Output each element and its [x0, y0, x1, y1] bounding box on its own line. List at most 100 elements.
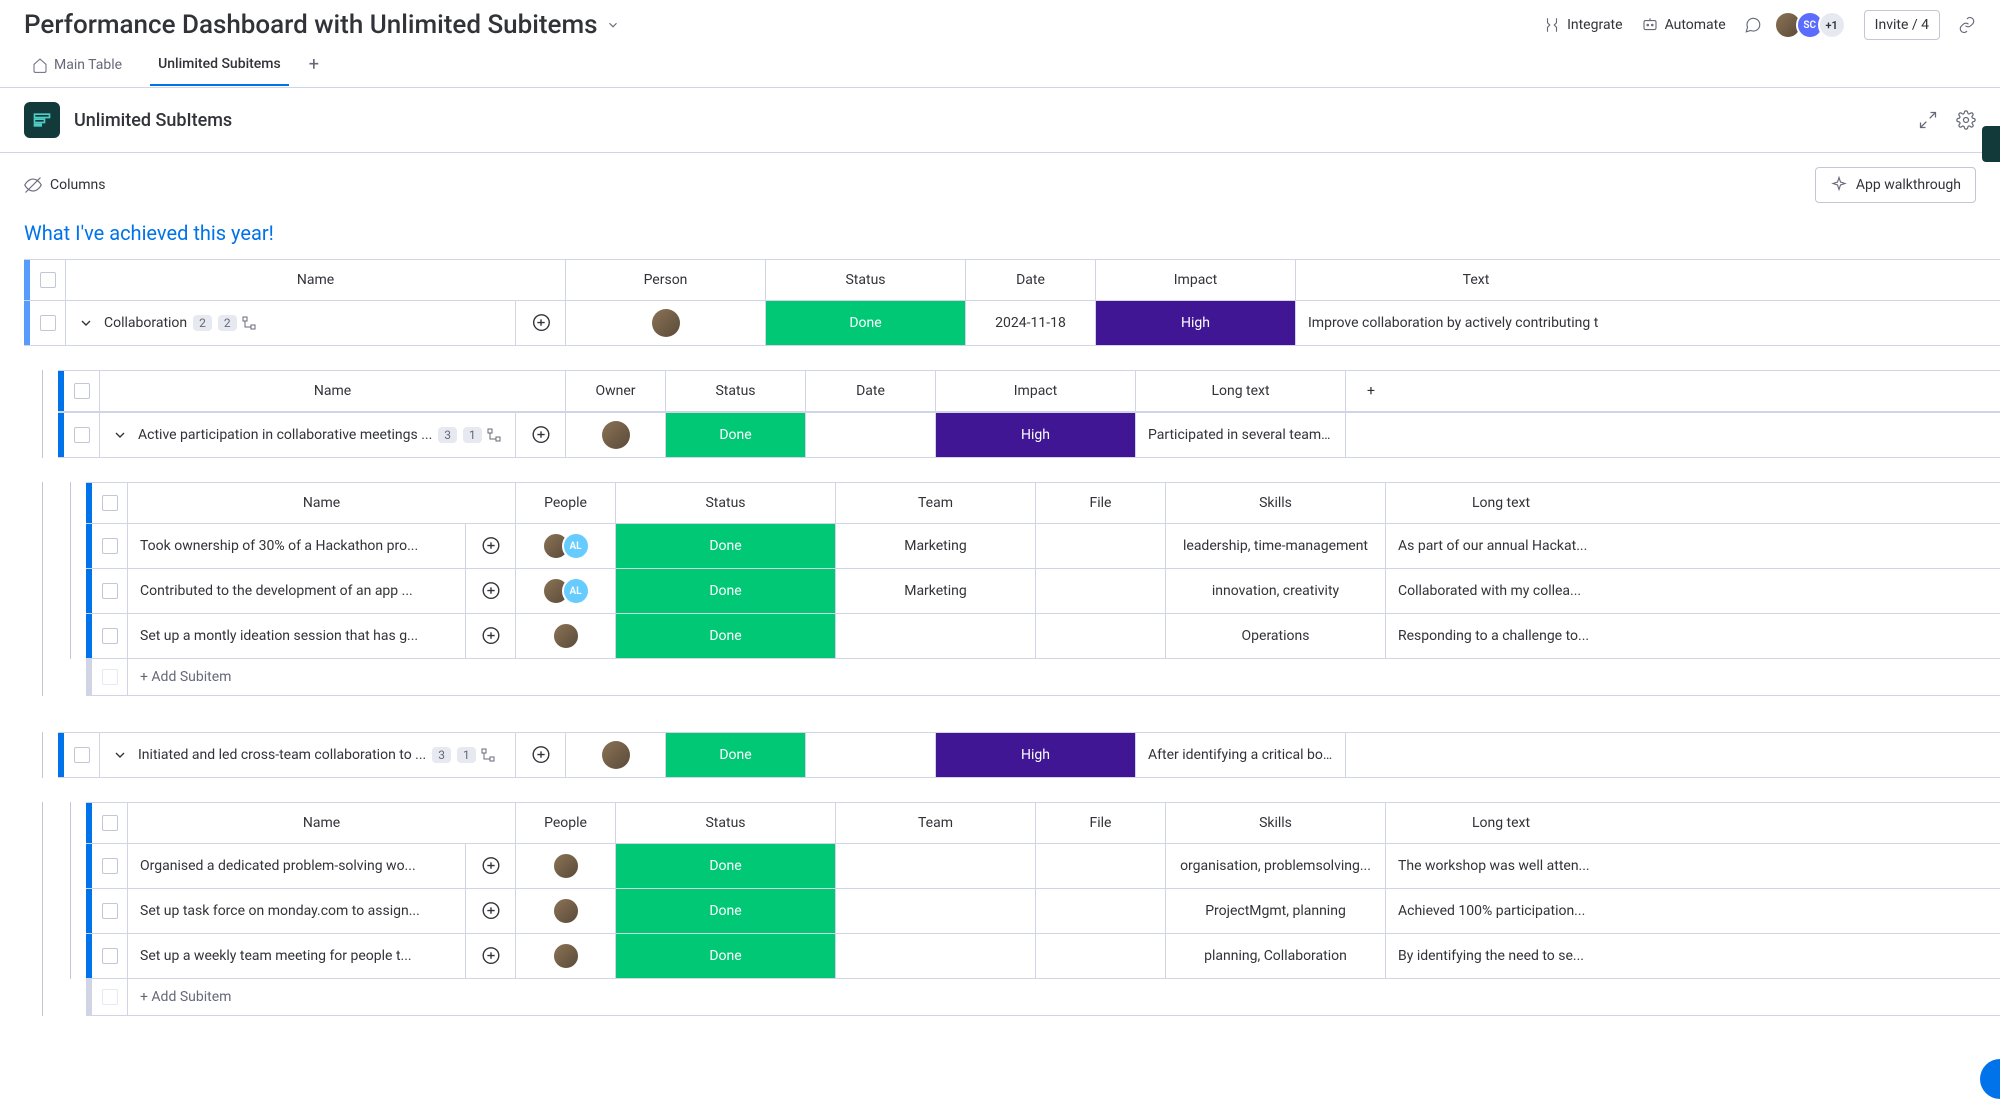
chat-cell[interactable] [466, 524, 516, 568]
date-cell[interactable]: 2024-11-18 [966, 301, 1096, 345]
skills-cell[interactable]: Operations [1166, 614, 1386, 658]
checkbox-all[interactable] [92, 803, 128, 843]
team-cell[interactable] [836, 889, 1036, 933]
group-title[interactable]: What I've achieved this year! [0, 217, 2000, 259]
chat-cell[interactable] [516, 733, 566, 777]
file-cell[interactable] [1036, 889, 1166, 933]
board-title-wrap[interactable]: Performance Dashboard with Unlimited Sub… [24, 10, 620, 40]
team-cell[interactable]: Marketing [836, 569, 1036, 613]
col-file[interactable]: File [1036, 483, 1166, 523]
name-cell[interactable]: Active participation in collaborative me… [100, 413, 516, 457]
col-longtext[interactable]: Long text [1386, 803, 1616, 843]
row-checkbox[interactable] [92, 979, 128, 1015]
row-checkbox[interactable] [92, 659, 128, 695]
row-checkbox[interactable] [92, 934, 128, 978]
name-cell[interactable]: Took ownership of 30% of a Hackathon pro… [128, 524, 466, 568]
col-name[interactable]: Name [128, 483, 516, 523]
name-cell[interactable]: Set up a montly ideation session that ha… [128, 614, 466, 658]
side-app-badge[interactable] [1982, 126, 2000, 162]
tab-main-table[interactable]: Main Table [24, 57, 130, 85]
chat-cell[interactable] [516, 413, 566, 457]
file-cell[interactable] [1036, 844, 1166, 888]
invite-button[interactable]: Invite / 4 [1864, 10, 1940, 40]
tab-unlimited-subitems[interactable]: Unlimited Subitems [150, 56, 289, 86]
integrate-button[interactable]: Integrate [1543, 16, 1623, 34]
expand-icon[interactable] [1918, 110, 1938, 130]
longtext-cell[interactable]: Collaborated with my collea... [1386, 569, 1616, 613]
file-cell[interactable] [1036, 569, 1166, 613]
status-cell[interactable]: Done [616, 569, 836, 613]
skills-cell[interactable]: leadership, time-management [1166, 524, 1386, 568]
impact-cell[interactable]: High [1096, 301, 1296, 345]
col-status[interactable]: Status [616, 803, 836, 843]
longtext-cell[interactable]: As part of our annual Hackat... [1386, 524, 1616, 568]
row-checkbox[interactable] [92, 844, 128, 888]
status-cell[interactable]: Done [616, 889, 836, 933]
chat-cell[interactable] [466, 614, 516, 658]
col-longtext[interactable]: Long text [1136, 371, 1346, 411]
chat-cell[interactable] [516, 301, 566, 345]
team-cell[interactable]: Marketing [836, 524, 1036, 568]
longtext-cell[interactable]: By identifying the need to se... [1386, 934, 1616, 978]
col-text[interactable]: Text [1296, 260, 1656, 300]
col-status[interactable]: Status [666, 371, 806, 411]
status-cell[interactable]: Done [666, 413, 806, 457]
col-impact[interactable]: Impact [936, 371, 1136, 411]
longtext-cell[interactable]: The workshop was well atten... [1386, 844, 1616, 888]
people-cell[interactable] [516, 614, 616, 658]
owner-cell[interactable] [566, 413, 666, 457]
col-file[interactable]: File [1036, 803, 1166, 843]
col-skills[interactable]: Skills [1166, 483, 1386, 523]
row-checkbox[interactable] [30, 301, 66, 345]
columns-button[interactable]: Columns [24, 176, 105, 194]
name-cell[interactable]: Collaboration 2 2 [66, 301, 516, 345]
skills-cell[interactable]: organisation, problemsolving... [1166, 844, 1386, 888]
name-cell[interactable]: Set up task force on monday.com to assig… [128, 889, 466, 933]
row-checkbox[interactable] [92, 569, 128, 613]
col-name[interactable]: Name [128, 803, 516, 843]
chevron-down-icon[interactable] [78, 315, 94, 331]
checkbox-all[interactable] [64, 371, 100, 411]
help-bubble[interactable] [1980, 1059, 2000, 1099]
team-cell[interactable] [836, 844, 1036, 888]
status-cell[interactable]: Done [616, 524, 836, 568]
status-cell[interactable]: Done [616, 934, 836, 978]
row-checkbox[interactable] [92, 614, 128, 658]
team-cell[interactable] [836, 614, 1036, 658]
row-checkbox[interactable] [92, 524, 128, 568]
link-icon[interactable] [1958, 16, 1976, 34]
status-cell[interactable]: Done [766, 301, 966, 345]
add-subitem-button[interactable]: + Add Subitem [128, 979, 243, 1015]
status-cell[interactable]: Done [666, 733, 806, 777]
skills-cell[interactable]: planning, Collaboration [1166, 934, 1386, 978]
checkbox-all[interactable] [92, 483, 128, 523]
status-cell[interactable]: Done [616, 844, 836, 888]
col-team[interactable]: Team [836, 803, 1036, 843]
automate-button[interactable]: Automate [1641, 16, 1726, 34]
skills-cell[interactable]: innovation, creativity [1166, 569, 1386, 613]
person-cell[interactable] [566, 301, 766, 345]
col-status[interactable]: Status [766, 260, 966, 300]
file-cell[interactable] [1036, 524, 1166, 568]
col-name[interactable]: Name [66, 260, 566, 300]
people-cell[interactable] [516, 934, 616, 978]
col-owner[interactable]: Owner [566, 371, 666, 411]
team-cell[interactable] [836, 934, 1036, 978]
name-cell[interactable]: Initiated and led cross-team collaborati… [100, 733, 516, 777]
file-cell[interactable] [1036, 934, 1166, 978]
chat-cell[interactable] [466, 844, 516, 888]
col-people[interactable]: People [516, 803, 616, 843]
impact-cell[interactable]: High [936, 733, 1136, 777]
gear-icon[interactable] [1956, 110, 1976, 130]
app-walkthrough-button[interactable]: App walkthrough [1815, 167, 1976, 203]
chat-cell[interactable] [466, 569, 516, 613]
col-date[interactable]: Date [806, 371, 936, 411]
add-subitem-button[interactable]: + Add Subitem [128, 659, 243, 695]
date-cell[interactable] [806, 413, 936, 457]
add-view-button[interactable]: + [309, 54, 319, 87]
name-cell[interactable]: Set up a weekly team meeting for people … [128, 934, 466, 978]
skills-cell[interactable]: ProjectMgmt, planning [1166, 889, 1386, 933]
longtext-cell[interactable]: Participated in several team ... [1136, 413, 1346, 457]
status-cell[interactable]: Done [616, 614, 836, 658]
row-checkbox[interactable] [64, 413, 100, 457]
